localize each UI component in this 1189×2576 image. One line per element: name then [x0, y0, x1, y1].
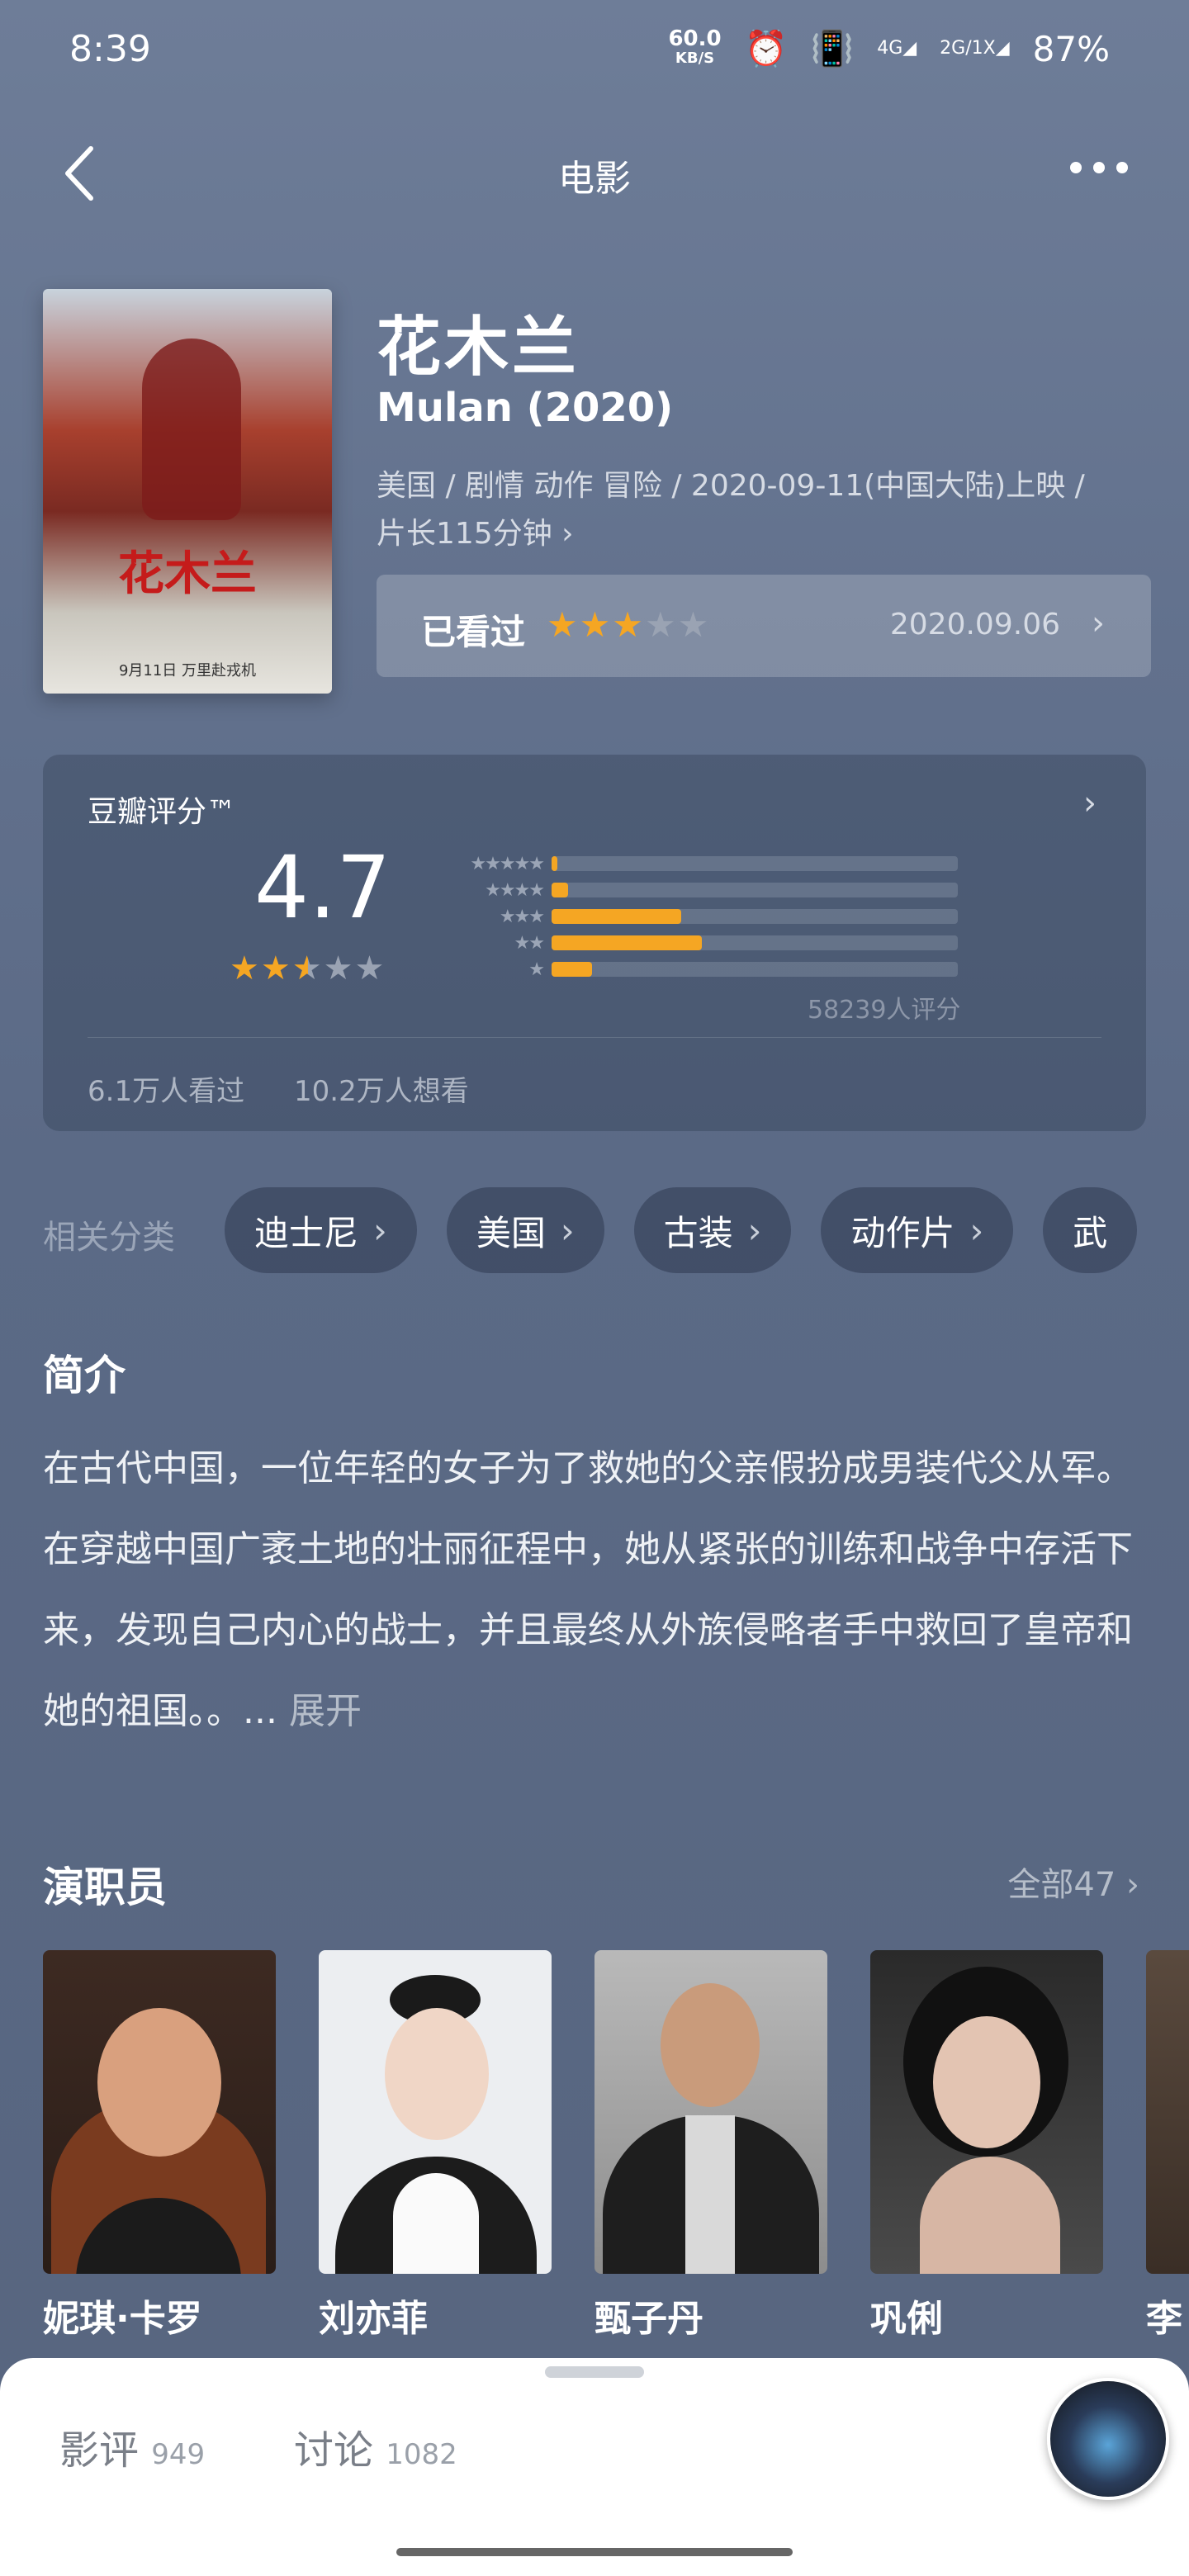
status-right: 60.0 KB/S ⏰ 📳 4G◢ 2G/1X◢ 87% [668, 28, 1110, 69]
floating-media-button[interactable] [1047, 2378, 1169, 2500]
rating-bar-row: ★★★★★ [436, 850, 958, 877]
divider [88, 1037, 1101, 1038]
watched-date: 2020.09.06 [889, 608, 1060, 642]
category-chip[interactable]: 美国 › [446, 1187, 604, 1273]
rating-bar-fill [552, 962, 593, 977]
bar-star-label: ★★★★★ [470, 853, 545, 874]
cast-all-link[interactable]: 全部47 › [1007, 1858, 1139, 1906]
rating-bar-row: ★★ [436, 930, 958, 956]
cast-member-card[interactable]: 甄子丹 [594, 1950, 827, 2340]
expand-link[interactable]: 展开 [289, 1690, 362, 1732]
cast-photo [1146, 1950, 1189, 2274]
cast-name: 李 [1146, 2298, 1182, 2340]
cast-name: 妮琪·卡罗 [43, 2298, 202, 2340]
category-chip-label: 武 [1073, 1212, 1108, 1253]
rating-count: 58239人评分 [808, 996, 961, 1025]
battery-level: 87% [1032, 28, 1110, 69]
my-rating-stars: ★★★★★ [547, 604, 711, 645]
movie-title-cn: 花木兰 [377, 310, 580, 385]
seen-count: 6.1万人看过 [88, 1075, 245, 1108]
tab-reviews[interactable]: 影评 949 [59, 2417, 205, 2475]
category-chip[interactable]: 武 [1043, 1187, 1138, 1273]
poster-figure [142, 339, 241, 520]
bar-star-label: ★★★ [499, 906, 545, 927]
chevron-right-icon: › [1092, 604, 1105, 642]
category-chip-label: 迪士尼 [254, 1212, 359, 1253]
rating-label: 豆瓣评分™ [88, 795, 237, 829]
rating-bar-row: ★★★ [436, 903, 958, 930]
chevron-right-icon: › [560, 1210, 575, 1251]
watched-status-button[interactable]: 已看过 ★★★★★ 2020.09.06 › [377, 575, 1151, 677]
tab-discussions[interactable]: 讨论 1082 [294, 2417, 457, 2475]
signal-2g-icon: 2G/1X◢ [940, 38, 1010, 59]
douban-rating-card[interactable]: 豆瓣评分™ › 4.7 ★★★★★ ★★★★★ ★★★★ ★★★ ★★ ★ 58239人… [43, 755, 1146, 1131]
rating-bar-fill [552, 883, 568, 897]
category-chip[interactable]: 迪士尼 › [225, 1187, 417, 1273]
rating-score: 4.7 [254, 837, 391, 938]
movie-title-en: Mulan (2020) [377, 385, 674, 431]
cast-name: 巩俐 [870, 2298, 943, 2340]
cast-photo [43, 1950, 276, 2274]
gesture-nav-bar[interactable] [396, 2548, 793, 2556]
want-count: 10.2万人想看 [294, 1075, 469, 1108]
intro-title: 简介 [43, 1352, 126, 1399]
category-chip[interactable]: 古装 › [633, 1187, 792, 1273]
intro-text[interactable]: 在古代中国，一位年轻的女子为了救她的父亲假扮成男装代父从军。在穿越中国广袤土地的… [43, 1428, 1158, 1752]
rating-bar-fill [552, 909, 682, 924]
sheet-drag-handle[interactable] [545, 2366, 644, 2378]
bar-star-label: ★ [528, 959, 545, 980]
rating-bar-row: ★ [436, 956, 958, 983]
rating-bar-track [552, 909, 958, 924]
cast-photo [594, 1950, 827, 2274]
chevron-right-icon: › [1083, 784, 1097, 822]
rating-bar-track [552, 856, 958, 871]
category-chip-label: 美国 [476, 1212, 546, 1253]
category-chip-label: 动作片 [850, 1212, 955, 1253]
page-title: 电影 [558, 158, 631, 200]
poster-title: 花木兰 [118, 547, 257, 601]
chevron-right-icon: › [969, 1210, 984, 1251]
status-bar: 8:39 60.0 KB/S ⏰ 📳 4G◢ 2G/1X◢ 87% [0, 0, 1189, 99]
rating-bar-track [552, 883, 958, 897]
cast-member-card[interactable]: 刘亦菲 [319, 1950, 552, 2340]
cast-photo [319, 1950, 552, 2274]
rating-bar-row: ★★★★ [436, 877, 958, 903]
cast-member-card[interactable]: 妮琪·卡罗 [43, 1950, 276, 2340]
meta-line-2: 片长115分钟 › [377, 517, 574, 551]
rating-distribution: ★★★★★ ★★★★ ★★★ ★★ ★ [436, 850, 958, 983]
poster-date: 9月11日 万里赴戎机 [118, 662, 257, 680]
cast-name: 刘亦菲 [319, 2298, 428, 2340]
category-chips: 迪士尼 › 美国 › 古装 › 动作片 › 武 [225, 1187, 1138, 1273]
cast-member-card[interactable]: 李 [1146, 1950, 1189, 2340]
bar-star-label: ★★ [514, 932, 545, 954]
rating-bar-track [552, 935, 958, 950]
rating-bar-track [552, 962, 958, 977]
net-speed: 60.0 KB/S [668, 26, 722, 67]
alarm-icon: ⏰ [744, 28, 788, 69]
movie-meta[interactable]: 美国 / 剧情 动作 冒险 / 2020-09-11(中国大陆)上映 / 片长1… [377, 462, 1136, 558]
cast-member-card[interactable]: 巩俐 [870, 1950, 1103, 2340]
categories-label: 相关分类 [43, 1219, 175, 1257]
category-chip-label: 古装 [663, 1212, 733, 1253]
rating-stars: ★★★★★ [230, 949, 386, 987]
movie-poster[interactable]: 花木兰 9月11日 万里赴戎机 [43, 289, 332, 694]
status-time: 8:39 [69, 28, 151, 70]
signal-4g-icon: 4G◢ [877, 38, 917, 59]
cast-name: 甄子丹 [594, 2298, 703, 2340]
vibrate-icon: 📳 [810, 28, 855, 69]
rating-bar-fill [552, 935, 703, 950]
more-options-icon[interactable] [1070, 162, 1128, 173]
bar-star-label: ★★★★ [485, 879, 545, 901]
cast-title: 演职员 [43, 1863, 167, 1911]
movie-detail-page: 8:39 60.0 KB/S ⏰ 📳 4G◢ 2G/1X◢ 87% 电影 花木兰 … [0, 0, 1189, 2576]
cast-photo [870, 1950, 1103, 2274]
chevron-right-icon: › [747, 1210, 762, 1251]
chevron-right-icon: › [373, 1210, 387, 1251]
category-chip[interactable]: 动作片 › [821, 1187, 1014, 1273]
rating-bar-fill [552, 856, 558, 871]
watched-label: 已看过 [421, 612, 526, 652]
meta-line-1: 美国 / 剧情 动作 冒险 / 2020-09-11(中国大陆)上映 / [377, 469, 1085, 503]
